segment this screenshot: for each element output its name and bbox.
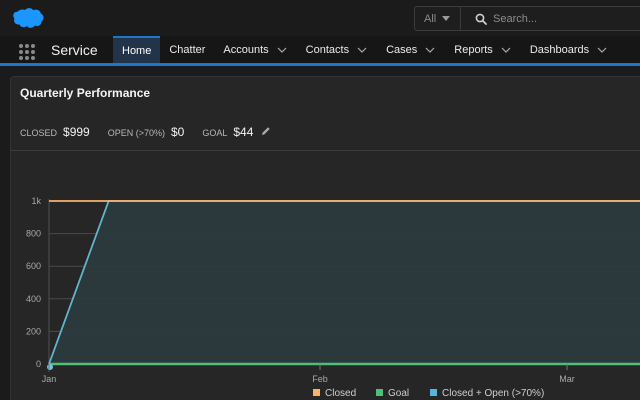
legend-swatch	[430, 389, 437, 396]
legend-label[interactable]: Closed	[325, 388, 356, 399]
y-tick-label: 800	[26, 229, 41, 239]
y-tick-label: 200	[26, 326, 41, 336]
x-tick-label: Mar	[559, 374, 575, 384]
y-tick-label: 600	[26, 261, 41, 271]
x-tick-label: Feb	[312, 374, 328, 384]
y-tick-label: 1k	[31, 196, 41, 206]
legend-swatch	[376, 389, 383, 396]
x-tick-label: Jan	[42, 374, 57, 384]
series-point	[47, 364, 53, 370]
closed-open-area	[49, 201, 640, 364]
legend-swatch	[313, 389, 320, 396]
legend-label[interactable]: Closed + Open (>70%)	[442, 388, 544, 399]
legend-label[interactable]: Goal	[388, 388, 409, 399]
quarterly-performance-chart: 0 200 400 600 800 1k Jan Feb Mar Closed Goal Clos…	[26, 196, 640, 399]
y-tick-label: 400	[26, 294, 41, 304]
y-tick-label: 0	[36, 359, 41, 369]
